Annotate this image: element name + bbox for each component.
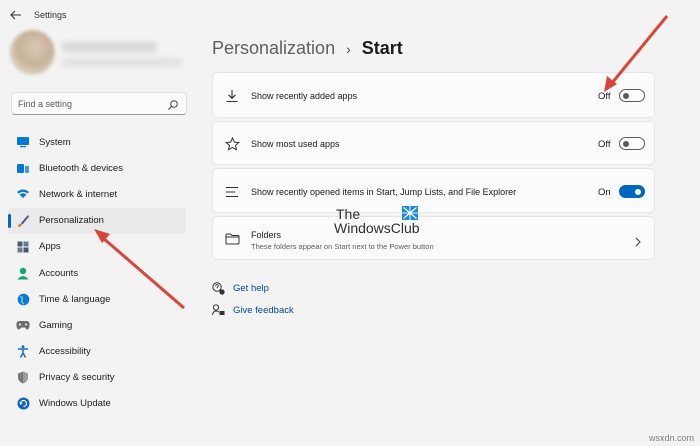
get-help-text[interactable]: Get help — [233, 283, 269, 294]
sidebar-item-label: Accounts — [39, 267, 79, 279]
sidebar-item-label: System — [39, 136, 71, 148]
setting-most-used-apps: Show most used apps Off — [212, 121, 655, 165]
list-icon — [224, 184, 240, 200]
star-icon — [224, 136, 240, 152]
sidebar-item-personalization[interactable]: Personalization — [8, 207, 186, 234]
breadcrumb-parent[interactable]: Personalization — [212, 38, 335, 59]
sidebar-item-accounts[interactable]: Accounts — [8, 260, 186, 286]
page-title: Start — [361, 38, 403, 58]
breadcrumb: Personalization › Start — [212, 38, 403, 59]
toggle-state-label: Off — [598, 139, 611, 150]
breadcrumb-separator: › — [346, 41, 351, 57]
sidebar-item-label: Bluetooth & devices — [39, 162, 123, 174]
accessibility-icon — [16, 345, 30, 359]
sidebar-item-label: Personalization — [39, 215, 104, 227]
globe-icon — [16, 292, 30, 306]
setting-label: Show recently added apps — [251, 91, 358, 101]
sidebar-item-apps[interactable]: Apps — [8, 234, 186, 260]
active-indicator — [8, 213, 11, 228]
folders-label: Folders — [251, 230, 282, 240]
app-title: Settings — [34, 10, 67, 20]
toggle-state-label: Off — [598, 91, 611, 102]
recently-added-apps-toggle[interactable] — [619, 89, 645, 102]
system-icon — [16, 135, 30, 149]
setting-recently-opened-items: Show recently opened items in Start, Jum… — [212, 168, 655, 213]
watermark: The WindowsClub — [334, 206, 424, 240]
shield-icon — [16, 371, 30, 385]
accounts-icon — [16, 266, 30, 280]
watermark-line2: WindowsClub — [334, 220, 420, 236]
get-help-link[interactable]: Get help — [212, 282, 269, 295]
back-arrow-icon[interactable] — [8, 9, 24, 23]
sidebar-item-network[interactable]: Network & internet — [8, 181, 186, 207]
sidebar-item-label: Time & language — [39, 293, 111, 305]
search-icon[interactable] — [167, 98, 179, 110]
folders-description: These folders appear on Start next to th… — [251, 242, 434, 251]
sidebar-item-system[interactable]: System — [8, 129, 186, 155]
brush-icon — [16, 214, 30, 228]
sidebar-item-bluetooth[interactable]: Bluetooth & devices — [8, 155, 186, 181]
apps-icon — [16, 240, 30, 254]
sidebar-item-time-language[interactable]: Time & language — [8, 286, 186, 312]
setting-label: Show recently opened items in Start, Jum… — [251, 187, 517, 197]
give-feedback-link[interactable]: Give feedback — [212, 304, 294, 317]
folder-icon — [224, 231, 240, 247]
sidebar-item-privacy-security[interactable]: Privacy & security — [8, 365, 186, 391]
recently-opened-items-toggle[interactable] — [619, 185, 645, 198]
search-input[interactable] — [18, 93, 168, 114]
sidebar-nav: System Bluetooth & devices Network & int… — [8, 129, 186, 417]
site-watermark: wsxdn.com — [648, 433, 694, 443]
wifi-icon — [16, 187, 30, 201]
sidebar-item-label: Windows Update — [39, 398, 111, 410]
sidebar-item-gaming[interactable]: Gaming — [8, 312, 186, 338]
toggle-state-label: On — [598, 187, 611, 198]
sidebar-item-label: Privacy & security — [39, 372, 115, 384]
sidebar-item-label: Gaming — [39, 319, 73, 331]
search-box[interactable] — [11, 92, 187, 115]
title-bar: Settings — [0, 0, 700, 32]
setting-label: Show most used apps — [251, 139, 340, 149]
download-icon — [224, 88, 240, 104]
sidebar-item-windows-update[interactable]: Windows Update — [8, 391, 186, 417]
bluetooth-icon — [16, 161, 30, 175]
help-icon — [212, 282, 225, 295]
most-used-apps-toggle[interactable] — [619, 137, 645, 150]
sidebar-item-label: Accessibility — [39, 346, 91, 358]
profile-email-redacted — [62, 58, 182, 67]
profile-name-redacted — [62, 42, 157, 52]
feedback-icon — [212, 304, 225, 317]
sidebar-item-label: Network & internet — [39, 188, 118, 200]
user-profile[interactable] — [10, 30, 182, 80]
windows-logo-icon — [402, 206, 418, 220]
gaming-icon — [16, 318, 30, 332]
give-feedback-text[interactable]: Give feedback — [233, 305, 294, 316]
update-icon — [16, 397, 30, 411]
avatar[interactable] — [10, 30, 55, 75]
chevron-right-icon — [634, 234, 642, 247]
sidebar-item-label: Apps — [39, 241, 61, 253]
setting-recently-added-apps: Show recently added apps Off — [212, 72, 655, 118]
folders-row[interactable]: Folders These folders appear on Start ne… — [212, 216, 655, 260]
sidebar-item-accessibility[interactable]: Accessibility — [8, 339, 186, 365]
